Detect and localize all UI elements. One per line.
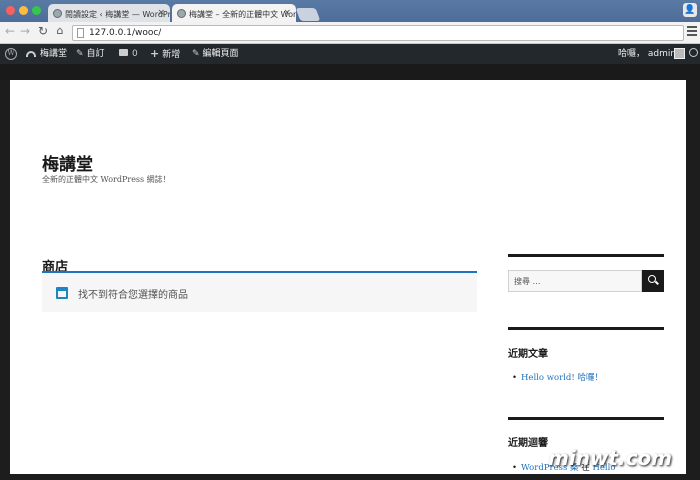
brush-icon: ✎ [76, 49, 84, 59]
minimize-window-button[interactable] [19, 6, 28, 15]
tab-close-icon[interactable]: × [157, 8, 165, 18]
browser-tab-reading-settings[interactable]: 閱讀設定 ‹ 梅講堂 — WordPress × [48, 4, 170, 23]
tab-label: 梅講堂 – 全新的正體中文 WordPress [189, 10, 296, 19]
plus-icon: + [150, 47, 160, 60]
username-text: admin [647, 49, 677, 59]
calendar-icon [56, 287, 68, 299]
greeting-text: 哈囉， [618, 49, 646, 59]
search-button[interactable] [642, 270, 664, 292]
wp-admin-bar: W 梅講堂 ✎ 自訂 0 + 新增 ✎ 編輯頁面 哈囉， admin [0, 44, 700, 64]
admin-bar-search-icon[interactable] [689, 48, 698, 57]
search-icon-handle [655, 280, 659, 285]
recent-comments-heading: 近期迴響 [508, 438, 548, 449]
list-bullet: • [512, 373, 518, 383]
new-label: 新增 [162, 50, 181, 60]
list-bullet: • [512, 463, 518, 473]
recent-posts-heading: 近期文章 [508, 349, 548, 360]
back-arrow-icon[interactable]: ← [3, 24, 17, 38]
admin-bar-site-name[interactable]: 梅講堂 [26, 44, 67, 64]
page-icon [77, 28, 84, 38]
browser-tab-site[interactable]: 梅講堂 – 全新的正體中文 WordPress × [172, 4, 296, 23]
admin-bar-my-account[interactable]: 哈囉， admin [618, 44, 676, 64]
tab-close-icon[interactable]: × [283, 8, 291, 18]
recent-post-title: Hello world! 哈囉！ [521, 373, 603, 383]
home-icon[interactable]: ⌂ [53, 24, 67, 37]
site-name-label: 梅講堂 [40, 49, 68, 59]
widget-divider [508, 254, 664, 257]
admin-bar-customize[interactable]: ✎ 自訂 [76, 44, 105, 64]
wordpress-favicon-icon [177, 9, 186, 18]
comments-count: 0 [132, 49, 138, 59]
tab-label: 閱讀設定 ‹ 梅講堂 — WordPress [65, 10, 170, 19]
page-frame-top [0, 64, 700, 80]
address-bar[interactable]: 127.0.0.1/wooc/ [72, 25, 684, 41]
comment-bubble-icon [119, 49, 128, 56]
admin-bar-new[interactable]: + 新增 [150, 44, 180, 64]
widget-divider [508, 327, 664, 330]
edit-page-label: 編輯頁面 [202, 49, 239, 59]
admin-bar-edit-page[interactable]: ✎ 編輯頁面 [192, 44, 239, 64]
site-description: 全新的正體中文 WordPress 網誌！ [42, 175, 171, 184]
widget-divider [508, 417, 664, 420]
search-input[interactable]: 搜尋 … [508, 270, 642, 292]
zoom-window-button[interactable] [32, 6, 41, 15]
notice-text: 找不到符合您選擇的商品 [78, 290, 188, 301]
reload-icon[interactable]: ↻ [36, 24, 50, 38]
wordpress-logo-icon[interactable]: W [5, 48, 17, 60]
browser-toolbar: ← → ↻ ⌂ 127.0.0.1/wooc/ [0, 22, 700, 44]
browser-tab-strip: 閱讀設定 ‹ 梅講堂 — WordPress × 梅講堂 – 全新的正體中文 W… [0, 0, 700, 23]
customize-label: 自訂 [86, 49, 105, 59]
no-products-notice: 找不到符合您選擇的商品 [42, 273, 477, 312]
pencil-icon: ✎ [192, 49, 200, 59]
site-page: 梅講堂 全新的正體中文 WordPress 網誌！ 商店 找不到符合您選擇的商品… [10, 80, 686, 474]
browser-menu-icon[interactable] [687, 26, 697, 38]
new-tab-button[interactable] [295, 8, 321, 21]
watermark: minwt.com [548, 446, 673, 470]
close-window-button[interactable] [6, 6, 15, 15]
dashboard-icon [26, 51, 36, 57]
recent-post-link[interactable]: • Hello world! 哈囉！ [512, 371, 603, 383]
avatar[interactable] [674, 48, 685, 59]
forward-arrow-icon[interactable]: → [18, 24, 32, 38]
profile-icon[interactable]: 👤 [683, 3, 697, 17]
site-title[interactable]: 梅講堂 [42, 150, 93, 175]
admin-bar-comments[interactable]: 0 [119, 44, 138, 64]
wordpress-favicon-icon [53, 9, 62, 18]
address-bar-url: 127.0.0.1/wooc/ [89, 28, 162, 38]
